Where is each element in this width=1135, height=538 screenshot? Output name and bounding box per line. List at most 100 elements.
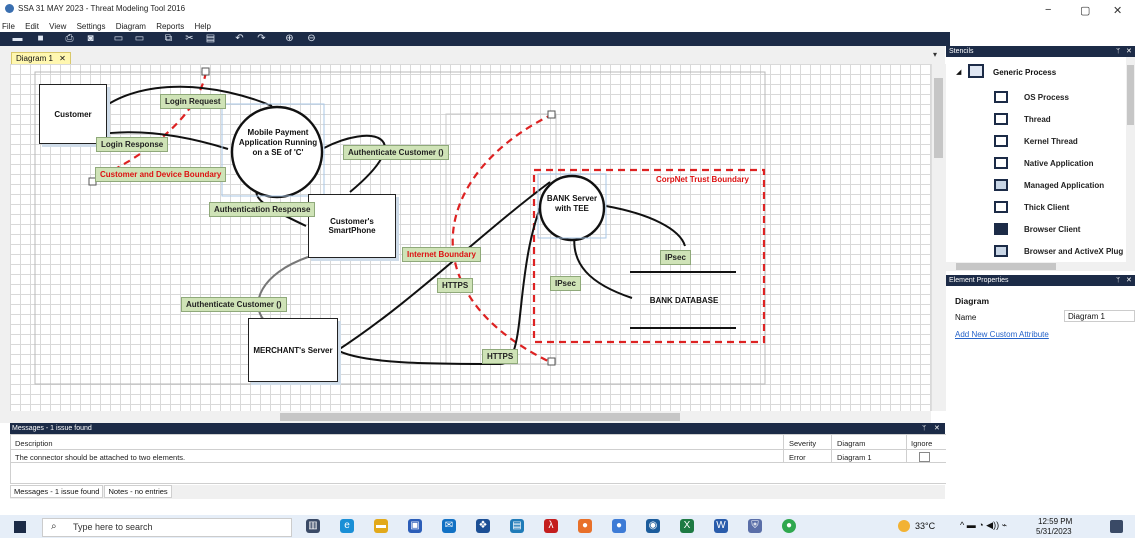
column-ignore[interactable]: Ignore xyxy=(911,439,932,448)
chrome-icon[interactable]: ● xyxy=(782,519,796,533)
vertical-scroll-thumb[interactable] xyxy=(934,78,943,158)
flow-label-https-2[interactable]: HTTPS xyxy=(482,349,519,364)
add-custom-attribute-link[interactable]: Add New Custom Attribute xyxy=(955,330,1049,339)
external-entity-customer-phone[interactable]: Customer's SmartPhone xyxy=(308,194,396,258)
flow-label-https-1[interactable]: HTTPS xyxy=(437,278,474,293)
edge-icon[interactable]: e xyxy=(340,519,354,533)
store-icon[interactable]: ▣ xyxy=(408,519,422,533)
minimize-button[interactable]: − xyxy=(1045,4,1051,16)
stencil-os-process[interactable]: OS Process xyxy=(1024,93,1069,102)
name-field[interactable]: Diagram 1 xyxy=(1064,310,1135,322)
system-tray-icons[interactable]: ^ ▬ ◔ ◀)) ⌁ xyxy=(960,520,1007,531)
stencil-native-application[interactable]: Native Application xyxy=(1024,159,1094,168)
bank-db-label[interactable]: BANK DATABASE xyxy=(632,296,736,305)
windows-start-icon[interactable] xyxy=(14,521,26,533)
firefox-icon[interactable]: ● xyxy=(578,519,592,533)
weather-temp[interactable]: 33°C xyxy=(915,521,935,531)
zoom-in-icon[interactable]: ⊕ xyxy=(284,33,295,44)
excel-icon[interactable]: X xyxy=(680,519,694,533)
boundary-label-corpnet[interactable]: CorpNet Trust Boundary xyxy=(656,175,749,184)
external-entity-customer[interactable]: Customer xyxy=(39,84,107,144)
column-severity[interactable]: Severity xyxy=(789,439,816,448)
stencil-thick-client[interactable]: Thick Client xyxy=(1024,203,1069,212)
tab-close-icon[interactable]: ✕ xyxy=(59,54,66,63)
clock-date[interactable]: 5/31/2023 xyxy=(1036,527,1072,536)
zoom-out-icon[interactable]: ⊖ xyxy=(306,33,317,44)
report-icon[interactable]: ◙ xyxy=(85,33,96,44)
horizontal-scroll-thumb[interactable] xyxy=(280,413,680,421)
panel-close-icon[interactable]: ✕ xyxy=(1126,46,1132,57)
boundary-label-customer-device[interactable]: Customer and Device Boundary xyxy=(95,167,227,182)
flow-label-authenticate-customer-2[interactable]: Authenticate Customer () xyxy=(181,297,287,312)
message-description[interactable]: The connector should be attached to two … xyxy=(15,453,185,462)
maximize-button[interactable]: ▢ xyxy=(1080,4,1090,17)
stencil-browser-activex[interactable]: Browser and ActiveX Plug xyxy=(1024,247,1123,256)
copy-icon[interactable]: ⧉ xyxy=(163,33,174,44)
connector-handle[interactable] xyxy=(201,67,210,76)
canvas-vertical-scrollbar[interactable] xyxy=(931,64,946,411)
undo-icon[interactable]: ↶ xyxy=(234,33,245,44)
menu-settings[interactable]: Settings xyxy=(77,22,106,31)
pin-icon[interactable]: ᛘ xyxy=(1116,46,1120,57)
menu-diagram[interactable]: Diagram xyxy=(116,22,146,31)
menu-reports[interactable]: Reports xyxy=(156,22,184,31)
diagram-canvas[interactable]: Customer Customer's SmartPhone MERCHANT'… xyxy=(10,64,931,411)
dropbox-icon[interactable]: ❖ xyxy=(476,519,490,533)
print-icon[interactable]: ⎙ xyxy=(64,33,75,44)
stencil-thread[interactable]: Thread xyxy=(1024,115,1051,124)
connector-handle[interactable] xyxy=(547,357,556,366)
canvas-horizontal-scrollbar[interactable] xyxy=(10,411,931,423)
menu-edit[interactable]: Edit xyxy=(25,22,39,31)
stencil-vertical-scrollbar[interactable] xyxy=(1126,57,1135,262)
task-view-icon[interactable]: ▥ xyxy=(306,519,320,533)
redo-icon[interactable]: ↷ xyxy=(256,33,267,44)
flow-label-login-response[interactable]: Login Response xyxy=(96,137,169,152)
video-icon[interactable]: ◉ xyxy=(646,519,660,533)
flow-label-login-request[interactable]: Login Request xyxy=(160,94,226,109)
clock-time[interactable]: 12:59 PM xyxy=(1038,517,1072,526)
pin-icon[interactable]: ᛘ xyxy=(1116,275,1120,286)
panel-close-icon[interactable]: ✕ xyxy=(1126,275,1132,286)
flow-label-authenticate-customer-1[interactable]: Authenticate Customer () xyxy=(343,145,449,160)
copy-diagram-icon[interactable]: ▭ xyxy=(134,33,145,44)
tab-notes[interactable]: Notes - no entries xyxy=(104,485,172,498)
flow-ipsec-1[interactable] xyxy=(605,205,686,247)
stencil-kernel-thread[interactable]: Kernel Thread xyxy=(1024,137,1078,146)
flow-ipsec-2[interactable] xyxy=(573,231,633,299)
stencil-horizontal-scrollbar[interactable] xyxy=(946,262,1135,271)
menu-view[interactable]: View xyxy=(49,22,66,31)
boundary-label-internet[interactable]: Internet Boundary xyxy=(402,247,481,262)
file-explorer-icon[interactable]: ▬ xyxy=(374,519,388,533)
panel-close-icon[interactable]: ✕ xyxy=(934,423,940,434)
menu-file[interactable]: File xyxy=(2,22,15,31)
mail-icon[interactable]: ✉ xyxy=(442,519,456,533)
paste-icon[interactable]: ▤ xyxy=(205,33,216,44)
column-diagram[interactable]: Diagram xyxy=(837,439,865,448)
new-diagram-icon[interactable]: ▭ xyxy=(113,33,124,44)
shield-icon[interactable]: ⛨ xyxy=(748,519,762,533)
tab-dropdown-icon[interactable]: ▾ xyxy=(933,50,937,59)
pin-icon[interactable]: ᛘ xyxy=(922,423,926,434)
notifications-icon[interactable] xyxy=(1110,520,1123,533)
open-icon[interactable]: ▬ xyxy=(12,33,23,44)
word-icon[interactable]: W xyxy=(714,519,728,533)
pdf-icon[interactable]: λ xyxy=(544,519,558,533)
cut-icon[interactable]: ✂ xyxy=(184,33,195,44)
save-icon[interactable]: ■ xyxy=(35,33,46,44)
taskbar-search[interactable]: ⌕ Type here to search xyxy=(42,518,292,537)
column-description[interactable]: Description xyxy=(15,439,53,448)
stencil-browser-client[interactable]: Browser Client xyxy=(1024,225,1080,234)
external-entity-merchant[interactable]: MERCHANT's Server xyxy=(248,318,338,382)
menu-help[interactable]: Help xyxy=(194,22,210,31)
close-button[interactable]: ✕ xyxy=(1113,4,1122,17)
flow-label-authentication-response[interactable]: Authentication Response xyxy=(209,202,316,217)
chrome-alt-icon[interactable]: ● xyxy=(612,519,626,533)
connector-handle[interactable] xyxy=(547,110,556,119)
collapse-arrow-icon[interactable]: ◢ xyxy=(956,68,961,76)
tab-messages[interactable]: Messages - 1 issue found xyxy=(10,485,104,498)
ignore-checkbox[interactable] xyxy=(919,452,930,462)
stencil-group-generic-process[interactable]: Generic Process xyxy=(993,68,1056,77)
app-icon[interactable]: ▤ xyxy=(510,519,524,533)
flow-label-ipsec-1[interactable]: IPsec xyxy=(660,250,691,265)
flow-label-ipsec-2[interactable]: IPsec xyxy=(550,276,581,291)
